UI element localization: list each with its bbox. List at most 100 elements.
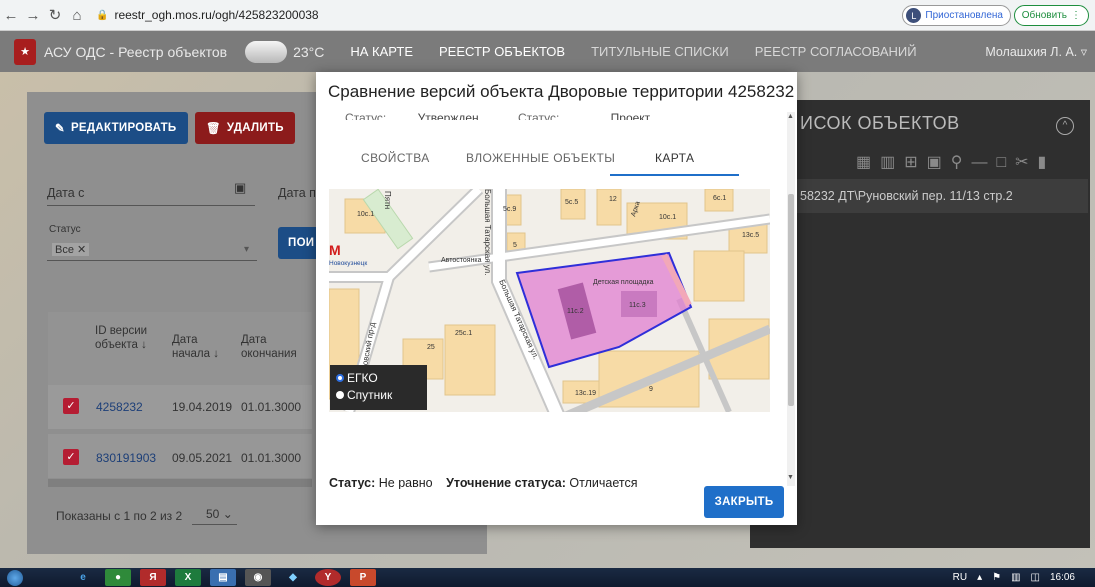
more-icon: ⋮: [1071, 10, 1081, 21]
back-icon[interactable]: ←: [0, 7, 22, 24]
parking-label: Автостоянка: [441, 257, 482, 264]
app-icon[interactable]: ◉: [245, 569, 271, 586]
footer-status-label: Статус:: [329, 476, 376, 489]
building-label: 11с.3: [629, 302, 646, 309]
menu-approvals-registry[interactable]: РЕЕСТР СОГЛАСОВАНИЙ: [755, 44, 917, 59]
object-polygon[interactable]: [515, 251, 693, 369]
moscow-logo-icon: ★: [14, 38, 36, 65]
excel-icon[interactable]: X: [175, 569, 201, 586]
chrome-icon[interactable]: ●: [105, 569, 131, 586]
street-label-top: Большая Татарская ул.: [483, 189, 492, 275]
profile-status: Приостановлена: [925, 10, 1003, 21]
delete-label: УДАЛИТЬ: [226, 122, 284, 134]
building-label: 5с.5: [565, 199, 578, 206]
col-header-start[interactable]: Дата начала ↓: [172, 333, 230, 361]
page-size-select[interactable]: 50 ⌄: [192, 503, 237, 525]
windows-logo-icon: [7, 569, 23, 586]
app2-icon[interactable]: ◆: [280, 569, 306, 586]
layer-option-egko[interactable]: ЕГКО: [336, 370, 427, 387]
profile-avatar: L: [906, 8, 922, 23]
close-button[interactable]: ЗАКРЫТЬ: [704, 486, 784, 518]
user-menu[interactable]: Молашхия Л. А. ▿: [985, 44, 1087, 59]
menu-title-lists[interactable]: ТИТУЛЬНЫЕ СПИСКИ: [591, 44, 729, 59]
browser-toolbar: ← → ↻ ⌂ 🔒 reestr_ogh.mos.ru/ogh/42582320…: [0, 0, 1095, 31]
reload-icon[interactable]: ↻: [44, 6, 66, 24]
delete-button[interactable]: 🗑 УДАЛИТЬ: [195, 112, 295, 144]
tab-properties[interactable]: СВОЙСТВА: [361, 151, 430, 165]
objects-toolbar-icons[interactable]: ▦▥⊞▣⚲—□✂▮: [856, 152, 1055, 172]
tray-arrow-icon[interactable]: ▴: [977, 572, 982, 583]
trash-icon: 🗑: [206, 123, 221, 135]
pagination-text: Показаны с 1 по 2 из 2: [56, 509, 183, 523]
metro-label: Новокузнецк: [329, 260, 367, 267]
flag-icon[interactable]: ⚑: [992, 572, 1001, 583]
start-button[interactable]: [0, 568, 30, 587]
date-from-label[interactable]: Дата с: [47, 186, 84, 200]
building-label: 25с.1: [455, 330, 472, 337]
building-label: 11с.2: [567, 308, 584, 315]
menu-objects-registry[interactable]: РЕЕСТР ОБЪЕКТОВ: [439, 44, 565, 59]
tab-nested-objects[interactable]: ВЛОЖЕННЫЕ ОБЪЕКТЫ: [466, 151, 615, 165]
dialog-scrollbar-thumb[interactable]: [788, 194, 794, 406]
update-label: Обновить: [1021, 10, 1067, 21]
date-to-label[interactable]: Дата п: [278, 186, 316, 200]
building-label: 13с.19: [575, 390, 596, 397]
lock-icon: 🔒: [96, 9, 109, 21]
status-chip[interactable]: Все ✕: [52, 243, 90, 256]
scroll-down-icon[interactable]: ▼: [787, 474, 794, 481]
row-start: 19.04.2019: [172, 400, 233, 414]
layer-option-satellite[interactable]: Спутник: [336, 387, 427, 404]
dialog-status-row: Статус: Утвержден Статус: Проект: [345, 111, 745, 120]
row-checkbox[interactable]: ✓: [63, 449, 79, 465]
row-end: 01.01.3000: [241, 451, 302, 465]
col-header-end-text: Дата окончания: [241, 334, 297, 360]
forward-icon[interactable]: →: [22, 7, 44, 24]
objects-list-item[interactable]: 58232 ДТ\Руновский пер. 11/13 стр.2: [752, 179, 1088, 213]
col-header-id[interactable]: ID версии объекта ↓: [95, 324, 155, 352]
building-label: 12: [609, 196, 617, 203]
calendar-icon[interactable]: ▣: [234, 180, 246, 196]
playground-label: Детская площадка: [593, 279, 654, 286]
row-checkbox[interactable]: ✓: [63, 398, 79, 414]
collapse-icon[interactable]: ^: [1056, 117, 1074, 135]
user-name: Молашхия Л. А.: [985, 45, 1078, 59]
speaker-icon[interactable]: ◫: [1031, 572, 1040, 583]
chevron-down-icon[interactable]: ▾: [244, 244, 249, 255]
scroll-up-icon[interactable]: ▲: [787, 113, 794, 120]
network-icon[interactable]: ▥: [1011, 572, 1020, 583]
profile-button[interactable]: L Приостановлена: [902, 5, 1011, 26]
yandex-browser-icon[interactable]: Y: [315, 569, 341, 586]
building: [596, 189, 622, 226]
home-icon[interactable]: ⌂: [66, 7, 88, 24]
close-button-label: ЗАКРЫТЬ: [714, 496, 774, 508]
explorer-icon[interactable]: ▤: [210, 569, 236, 586]
weather-widget: 23°C: [241, 32, 325, 63]
status-value-1: Утвержден: [417, 111, 479, 120]
status-label: Статус: [49, 224, 81, 235]
menu-map[interactable]: НА КАРТЕ: [350, 44, 413, 59]
edit-button[interactable]: ✎ РЕДАКТИРОВАТЬ: [44, 112, 188, 144]
dialog-footer-status: Статус: Не равно Уточнение статуса: Отли…: [329, 476, 637, 489]
row-id-link[interactable]: 830191903: [96, 451, 156, 465]
col-header-id-text: ID версии объекта: [95, 325, 148, 351]
app-header: ★ АСУ ОДС - Реестр объектов 23°C НА КАРТ…: [0, 31, 1095, 72]
language-indicator[interactable]: RU: [953, 572, 967, 583]
table-hscrollbar[interactable]: [48, 479, 312, 487]
powerpoint-icon[interactable]: P: [350, 569, 376, 586]
cloud-sun-icon: [241, 32, 288, 63]
yandex-icon[interactable]: Я: [140, 569, 166, 586]
col-header-start-text: Дата начала: [172, 334, 210, 360]
radio-selected-icon: [336, 374, 344, 382]
street-label-pyatnitskaya: Пятн: [383, 191, 392, 209]
row-id-link[interactable]: 4258232: [96, 400, 143, 414]
layer-option-satellite-label: Спутник: [347, 388, 393, 402]
map-layer-switcher: ЕГКО Спутник: [330, 365, 427, 410]
address-bar[interactable]: 🔒 reestr_ogh.mos.ru/ogh/425823200038: [96, 8, 319, 22]
update-button[interactable]: Обновить ⋮: [1013, 5, 1089, 26]
col-header-end[interactable]: Дата окончания: [241, 333, 305, 361]
tab-map[interactable]: КАРТА: [655, 151, 694, 165]
ie-icon[interactable]: e: [70, 569, 96, 586]
page-size-value: 50: [206, 507, 220, 521]
app-title[interactable]: АСУ ОДС - Реестр объектов: [44, 44, 227, 60]
temperature: 23°C: [293, 43, 325, 60]
